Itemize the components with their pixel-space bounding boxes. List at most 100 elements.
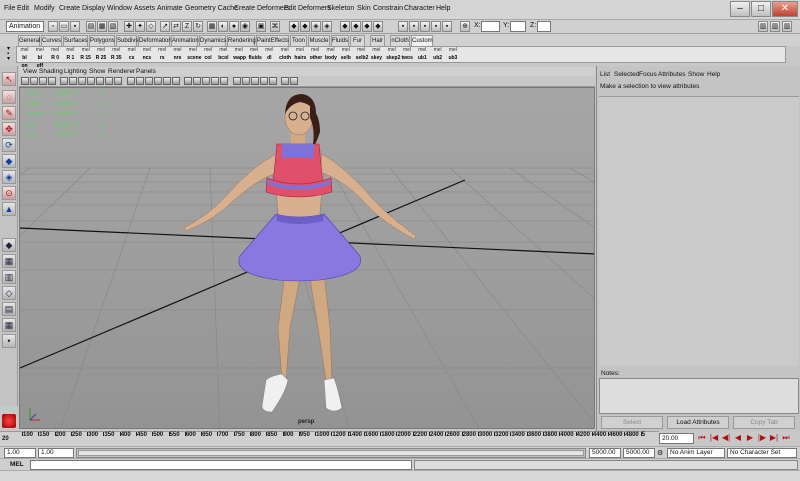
shelf-button[interactable]: mel wapp bbox=[233, 47, 246, 63]
hud-icon[interactable] bbox=[233, 77, 241, 85]
menu-display[interactable]: Display bbox=[82, 5, 105, 12]
menu-skin[interactable]: Skin bbox=[357, 5, 371, 12]
shelf-tab-ncloth[interactable]: nCloth bbox=[390, 35, 410, 46]
menu-edit[interactable]: Edit bbox=[17, 5, 29, 12]
shelf-button[interactable]: mel nrs bbox=[172, 47, 183, 63]
show-channel-icon[interactable]: ▪ bbox=[442, 21, 452, 32]
x-field[interactable] bbox=[481, 21, 500, 32]
current-frame-field[interactable]: 20.00 bbox=[659, 433, 694, 444]
menu-edit-deformers[interactable]: Edit Deformers bbox=[284, 5, 331, 12]
grid-toggle-icon[interactable] bbox=[60, 77, 68, 85]
mask-render-icon[interactable]: ↻ bbox=[193, 21, 203, 32]
shelf-tab-rendering[interactable]: Rendering bbox=[227, 35, 256, 46]
xray-components-icon[interactable] bbox=[202, 77, 210, 85]
shelf-button[interactable]: mel ub3 bbox=[447, 47, 458, 63]
menu-modify[interactable]: Modify bbox=[34, 5, 55, 12]
shelf-tab-toon[interactable]: Toon bbox=[290, 35, 307, 46]
minimize-button[interactable]: – bbox=[730, 1, 750, 17]
shelf-tab-animation[interactable]: Animation bbox=[171, 35, 199, 46]
gate-mask-icon[interactable] bbox=[87, 77, 95, 85]
film-gate-icon[interactable] bbox=[69, 77, 77, 85]
shelf-button[interactable]: mel fluids bbox=[249, 47, 262, 63]
menu-character[interactable]: Character bbox=[404, 5, 435, 12]
absolute-transform-icon[interactable]: ⊕ bbox=[460, 21, 470, 32]
shelf-button[interactable]: mel cs bbox=[126, 47, 137, 63]
layout-menu-icon[interactable]: • bbox=[2, 334, 16, 348]
copy-tab-button[interactable]: Copy Tab bbox=[733, 416, 795, 429]
play-backward-icon[interactable]: ◀ bbox=[733, 433, 743, 444]
shelf-button[interactable]: mel twos bbox=[402, 47, 413, 63]
shelf-button[interactable]: mel bl off bbox=[34, 47, 45, 69]
anim-layer-dropdown[interactable]: No Anim Layer bbox=[667, 448, 725, 458]
shelf-button[interactable]: mel bcol bbox=[218, 47, 229, 63]
shelf-button[interactable]: mel cloth bbox=[279, 47, 291, 63]
rotate-tool-icon[interactable]: ⟳ bbox=[2, 138, 16, 152]
select-component-icon[interactable]: ▧ bbox=[108, 21, 118, 32]
lasso-tool-icon[interactable]: ◌ bbox=[2, 90, 16, 104]
mask-surfaces-icon[interactable]: ↗ bbox=[160, 21, 170, 32]
panel-menu-shading[interactable]: Shading bbox=[39, 68, 63, 75]
shelf-button[interactable]: mel ub1 bbox=[417, 47, 428, 63]
scale-tool-icon[interactable]: ◆ bbox=[2, 154, 16, 168]
hypershade-layout-icon[interactable]: ▤ bbox=[2, 302, 16, 316]
soft-mod-icon[interactable]: ⊙ bbox=[2, 186, 16, 200]
show-manip-icon[interactable]: ▲ bbox=[2, 202, 16, 216]
bookmarks-icon[interactable] bbox=[39, 77, 47, 85]
step-back-frame-icon[interactable]: ◀| bbox=[721, 433, 731, 444]
ssao-icon[interactable] bbox=[242, 77, 250, 85]
mask-curves-icon[interactable]: ◇ bbox=[146, 21, 156, 32]
shelf-tab-hair[interactable]: Hair bbox=[370, 35, 385, 46]
input-line-icon[interactable]: ▪ bbox=[398, 21, 408, 32]
persp-graph-icon[interactable]: ◇ bbox=[2, 286, 16, 300]
toggle-attr-icon[interactable]: ▥ bbox=[758, 21, 768, 32]
select-button[interactable]: Select bbox=[601, 416, 663, 429]
step-forward-frame-icon[interactable]: |▶ bbox=[757, 433, 767, 444]
open-scene-icon[interactable]: ▭ bbox=[59, 21, 69, 32]
safe-action-icon[interactable] bbox=[105, 77, 113, 85]
shelf-tab-muscle[interactable]: Muscle bbox=[308, 35, 330, 46]
snap-curve-icon[interactable]: ◐ bbox=[218, 21, 228, 32]
load-attributes-button[interactable]: Load Attributes bbox=[667, 416, 729, 429]
film-icon[interactable] bbox=[290, 77, 298, 85]
channel-box-list[interactable] bbox=[599, 96, 799, 366]
shelf-button[interactable]: mel selb bbox=[340, 47, 351, 63]
animation-start-field[interactable]: 1.00 bbox=[4, 448, 36, 458]
shelf-tab-polygons[interactable]: Polygons bbox=[89, 35, 115, 46]
go-to-end-icon[interactable]: ⏭ bbox=[781, 433, 791, 444]
shelf-button[interactable]: mel bl on bbox=[19, 47, 30, 69]
panel-menu-view[interactable]: View bbox=[23, 68, 37, 75]
mask-dynamics-icon[interactable]: Z bbox=[182, 21, 192, 32]
shelf-tab-dynamics[interactable]: Dynamics bbox=[199, 35, 226, 46]
character-set-dropdown[interactable]: No Character Set bbox=[727, 448, 797, 458]
four-view-icon[interactable]: ▦ bbox=[2, 254, 16, 268]
panel-menu-panels[interactable]: Panels bbox=[136, 68, 156, 75]
shelf-tab-curves[interactable]: Curves bbox=[41, 35, 62, 46]
shelf-button[interactable]: mel other bbox=[310, 47, 323, 63]
y-field[interactable] bbox=[510, 21, 526, 32]
persp-hypergraph-icon[interactable]: ▦ bbox=[2, 318, 16, 332]
shelf-button[interactable]: mel scene bbox=[187, 47, 201, 63]
shelf-button[interactable]: mel ncs bbox=[141, 47, 152, 63]
play-forward-icon[interactable]: ▶ bbox=[745, 433, 755, 444]
ipr-icon[interactable]: ◆ bbox=[362, 21, 372, 32]
shelf-tab-surfaces[interactable]: Surfaces bbox=[63, 35, 88, 46]
save-scene-icon[interactable]: ▪ bbox=[70, 21, 80, 32]
panel-menu-lighting[interactable]: Lighting bbox=[64, 68, 87, 75]
menu-animate[interactable]: Animate bbox=[157, 5, 183, 12]
wireframe-on-shaded-icon[interactable] bbox=[145, 77, 153, 85]
xray-joints-icon[interactable] bbox=[193, 77, 201, 85]
shelf-menu-icon[interactable]: ▾ ▪ ▾ bbox=[7, 46, 15, 63]
close-button[interactable]: ✕ bbox=[772, 1, 798, 17]
live-surface-icon[interactable]: ▣ bbox=[256, 21, 266, 32]
camera-attributes-icon[interactable] bbox=[30, 77, 38, 85]
shelf-button[interactable]: mel ub2 bbox=[432, 47, 443, 63]
show-attr-icon[interactable]: ▪ bbox=[420, 21, 430, 32]
cb-menu-show[interactable]: Show bbox=[688, 71, 704, 78]
command-input[interactable] bbox=[30, 460, 412, 470]
shelf-tab-deformation[interactable]: Deformation bbox=[138, 35, 172, 46]
step-forward-key-icon[interactable]: ▶| bbox=[769, 433, 779, 444]
shelf-button[interactable]: mel skey bbox=[371, 47, 382, 63]
shelf-button[interactable]: mel rs bbox=[157, 47, 168, 63]
shelf-tab-general[interactable]: General bbox=[18, 35, 40, 46]
shelf-button[interactable]: mel R 25 bbox=[96, 47, 107, 63]
